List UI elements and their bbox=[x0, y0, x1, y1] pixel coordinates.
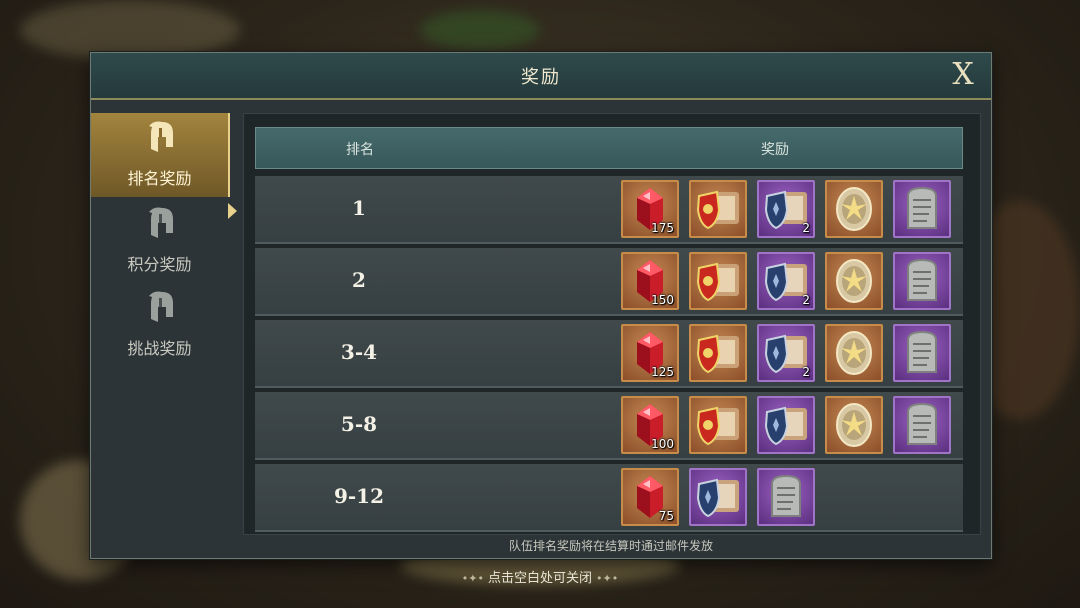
reward-item[interactable] bbox=[893, 180, 951, 238]
active-tab-arrow bbox=[228, 203, 237, 219]
reward-item[interactable] bbox=[893, 252, 951, 310]
reward-item[interactable] bbox=[689, 468, 747, 526]
table-row: 3-4 125 2 bbox=[255, 320, 963, 388]
tab-label: 挑战奖励 bbox=[127, 339, 192, 358]
rank-label: 3-4 bbox=[340, 340, 378, 364]
table-header: 排名 奖励 bbox=[255, 127, 963, 169]
tab-challenge-rewards[interactable]: 挑战奖励 bbox=[91, 283, 228, 367]
dialog-title: 奖励 bbox=[521, 67, 561, 88]
reward-item[interactable] bbox=[757, 468, 815, 526]
rewards-dialog: 奖励 X 排名奖励 积分奖励 挑战奖励 排名 奖励 1 175 2 2 150 … bbox=[90, 52, 992, 559]
tab-points-rewards[interactable]: 积分奖励 bbox=[91, 199, 228, 283]
reward-item[interactable] bbox=[825, 252, 883, 310]
reward-item[interactable] bbox=[689, 252, 747, 310]
mail-delivery-note: 队伍排名奖励将在结算时通过邮件发放 bbox=[508, 539, 713, 553]
reward-item[interactable] bbox=[825, 396, 883, 454]
reward-item[interactable]: 175 bbox=[621, 180, 679, 238]
reward-item[interactable] bbox=[825, 324, 883, 382]
spartan-helmet-icon bbox=[149, 291, 173, 322]
item-quantity: 2 bbox=[802, 365, 810, 379]
item-quantity: 75 bbox=[658, 509, 674, 523]
item-quantity: 2 bbox=[802, 293, 810, 307]
reward-item[interactable] bbox=[893, 396, 951, 454]
rank-label: 2 bbox=[352, 268, 366, 292]
item-quantity: 175 bbox=[651, 221, 674, 235]
reward-category-sidebar: 排名奖励 积分奖励 挑战奖励 bbox=[91, 113, 237, 553]
table-row: 9-12 75 bbox=[255, 464, 963, 532]
tab-rank-rewards[interactable]: 排名奖励 bbox=[91, 113, 230, 197]
reward-item[interactable]: 2 bbox=[757, 252, 815, 310]
reward-item[interactable] bbox=[689, 180, 747, 238]
spartan-helmet-icon bbox=[149, 121, 173, 152]
reward-item[interactable] bbox=[689, 324, 747, 382]
tab-label: 积分奖励 bbox=[127, 255, 192, 274]
tap-blank-to-close-hint[interactable]: •✦• 点击空白处可关闭 •✦• bbox=[0, 567, 1080, 586]
spartan-helmet-icon bbox=[149, 207, 173, 238]
table-row: 5-8 100 bbox=[255, 392, 963, 460]
item-quantity: 125 bbox=[651, 365, 674, 379]
reward-item[interactable] bbox=[825, 180, 883, 238]
rank-label: 9-12 bbox=[333, 484, 385, 508]
ornament-icon: •✦• bbox=[461, 572, 484, 585]
rank-label: 5-8 bbox=[340, 412, 378, 436]
reward-item[interactable]: 125 bbox=[621, 324, 679, 382]
table-row: 2 150 2 bbox=[255, 248, 963, 316]
close-hint-text: 点击空白处可关闭 bbox=[487, 571, 592, 586]
rank-label: 1 bbox=[352, 196, 366, 220]
reward-item[interactable]: 2 bbox=[757, 324, 815, 382]
item-quantity: 150 bbox=[651, 293, 674, 307]
reward-item[interactable] bbox=[689, 396, 747, 454]
reward-table: 排名 奖励 1 175 2 2 150 2 3-4 125 2 5-8 100 9-12 75 bbox=[243, 113, 981, 535]
reward-item[interactable] bbox=[893, 324, 951, 382]
close-button[interactable]: X bbox=[945, 57, 981, 93]
item-quantity: 2 bbox=[802, 221, 810, 235]
rank-column-header: 排名 bbox=[346, 142, 374, 158]
table-row: 1 175 2 bbox=[255, 176, 963, 244]
item-quantity: 100 bbox=[651, 437, 674, 451]
reward-column-header: 奖励 bbox=[761, 142, 789, 158]
reward-item[interactable]: 100 bbox=[621, 396, 679, 454]
reward-item[interactable]: 2 bbox=[757, 180, 815, 238]
reward-item[interactable]: 75 bbox=[621, 468, 679, 526]
ornament-icon: •✦• bbox=[596, 572, 619, 585]
reward-item[interactable]: 150 bbox=[621, 252, 679, 310]
dialog-header: 奖励 X bbox=[91, 53, 991, 100]
tab-label: 排名奖励 bbox=[127, 169, 192, 188]
reward-item[interactable] bbox=[757, 396, 815, 454]
